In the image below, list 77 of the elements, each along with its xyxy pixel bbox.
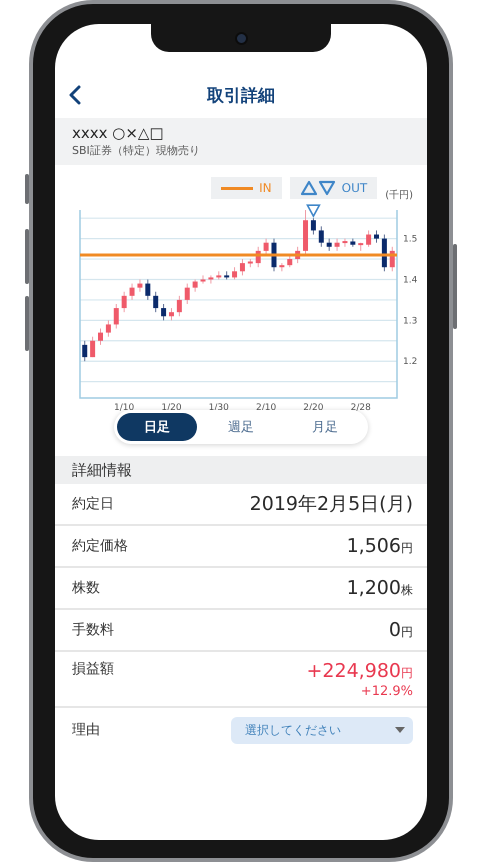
field-value: 1,200株 [346, 577, 413, 599]
field-value: 2019年2月5日(月) [250, 492, 413, 517]
candle [176, 295, 182, 317]
candle [145, 278, 150, 300]
exit-marker-icon [306, 204, 321, 218]
candle [168, 308, 174, 321]
field-label: 約定日 [72, 495, 114, 513]
candle [382, 234, 387, 272]
section-header: 詳細情報 [55, 456, 427, 484]
x-tick-label: 1/10 [114, 403, 134, 413]
candle [279, 262, 284, 272]
candle [256, 246, 261, 268]
y-tick-label: 1.2 [403, 357, 418, 368]
candle [350, 238, 356, 248]
x-tick-label: 2/10 [256, 403, 276, 413]
field-label: 理由 [72, 721, 100, 739]
candle [342, 238, 348, 248]
y-tick-label: 1.5 [403, 234, 418, 245]
candle [271, 238, 276, 272]
x-tick-label: 2/28 [350, 403, 371, 413]
candle [303, 210, 308, 256]
field-label: 手数料 [72, 621, 114, 639]
x-tick-label: 1/20 [161, 403, 182, 413]
camera-icon [234, 32, 248, 44]
candle [390, 246, 395, 272]
y-tick-label: 1.3 [403, 316, 418, 326]
candle [122, 291, 127, 313]
candle [90, 336, 96, 358]
field-value: 1,506円 [346, 535, 413, 557]
candle [264, 238, 269, 256]
caret-icon [395, 727, 405, 733]
candle [310, 218, 316, 236]
chevron-left-icon [69, 85, 81, 105]
field-label: 損益額 [72, 660, 114, 678]
candle [114, 304, 119, 330]
field-value: 0円 [388, 619, 413, 641]
unit-label: (千円) [385, 188, 413, 202]
candle [358, 242, 364, 252]
candle [106, 320, 111, 338]
candle [192, 278, 198, 292]
candle [82, 340, 88, 362]
field-label: 株数 [72, 579, 100, 597]
candle [240, 258, 245, 276]
candle [184, 283, 190, 304]
candle [366, 230, 372, 248]
candle [334, 238, 340, 252]
candle [224, 270, 230, 280]
account-info: SBI証券（特定）現物売り [72, 143, 201, 159]
stock-name: xxxx ○×△□ [72, 123, 165, 143]
period-tab[interactable]: 日足 [117, 413, 197, 441]
candle [318, 226, 324, 248]
candle [326, 238, 332, 252]
candle [200, 274, 206, 284]
candle [287, 254, 292, 268]
candle [295, 246, 300, 264]
candle [137, 278, 142, 292]
percent-change: +12.9% [360, 684, 413, 699]
candle [216, 270, 222, 280]
x-tick-label: 1/30 [208, 403, 229, 413]
candle [208, 274, 214, 284]
y-tick-label: 1.4 [403, 275, 418, 286]
legend-label: OUT [342, 181, 368, 195]
x-tick-label: 2/20 [303, 403, 324, 413]
candle [248, 258, 253, 268]
candle [232, 266, 238, 280]
period-tab[interactable]: 週足 [201, 413, 281, 441]
field-label: 約定価格 [72, 537, 128, 555]
candle [153, 291, 158, 313]
candle [130, 283, 135, 300]
candle [161, 304, 166, 321]
period-tab[interactable]: 月足 [285, 413, 365, 441]
candle [374, 230, 379, 244]
screen-title: 取引詳細 [206, 84, 276, 106]
candle [98, 328, 103, 346]
reason-dropdown[interactable]: 選択してください [231, 716, 413, 744]
legend-label: IN [259, 181, 272, 195]
field-value: +224,980円 [306, 660, 413, 682]
